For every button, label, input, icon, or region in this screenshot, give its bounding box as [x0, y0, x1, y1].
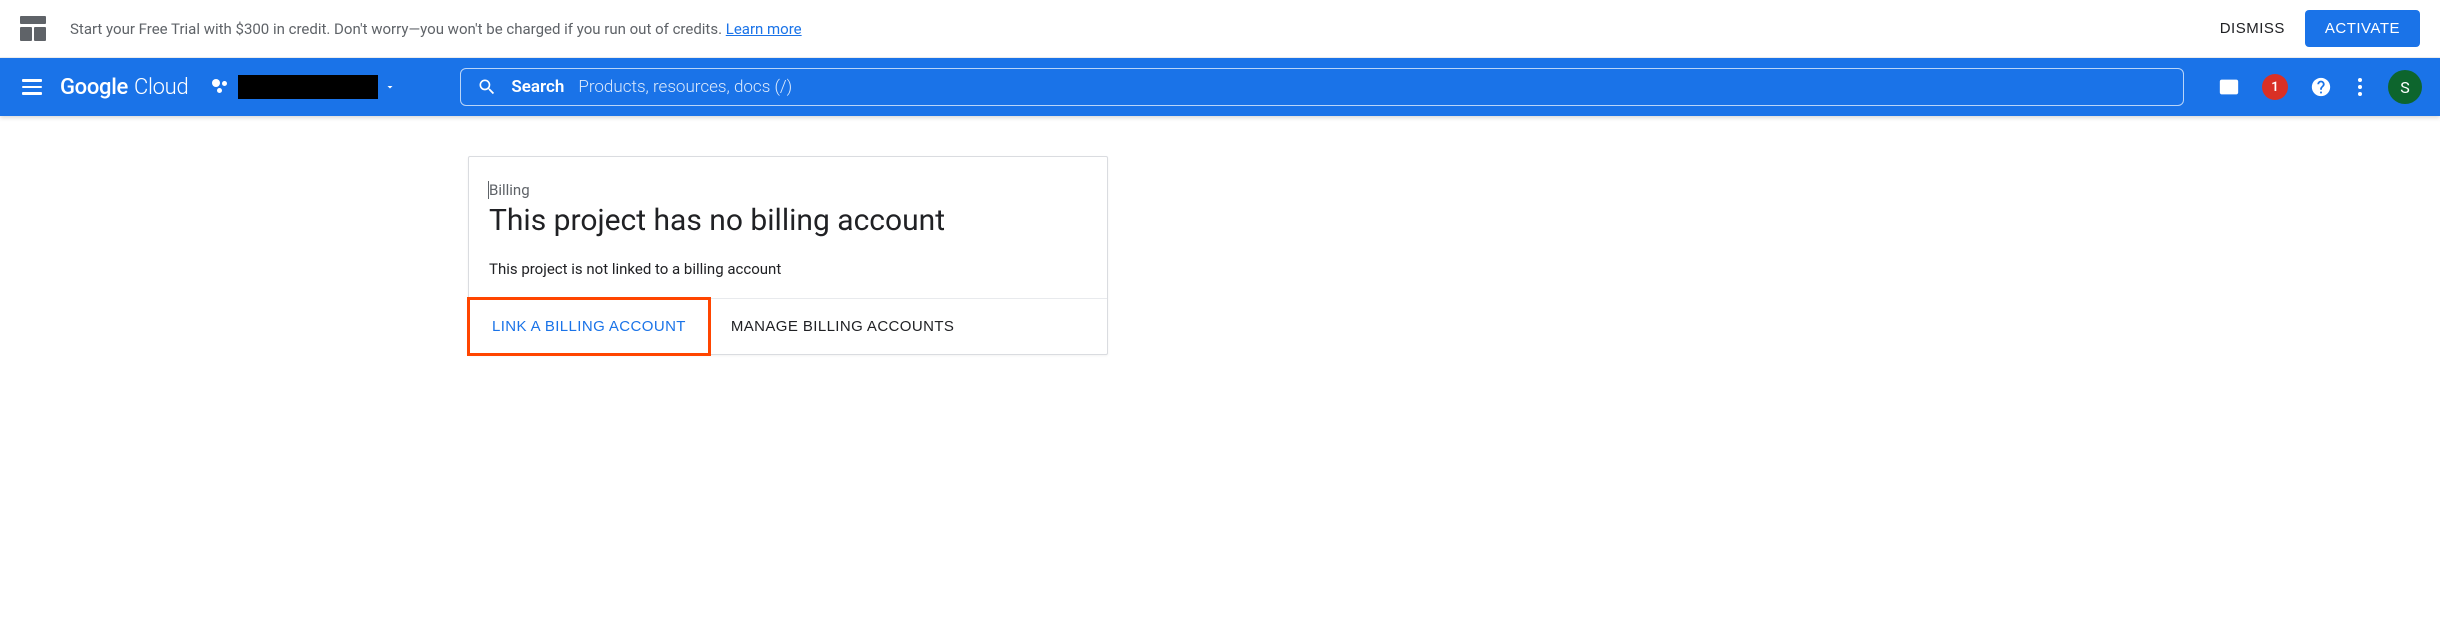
google-cloud-logo[interactable]: Google Cloud	[60, 75, 188, 100]
billing-card: Billing This project has no billing acco…	[468, 156, 1108, 355]
card-breadcrumb: Billing	[488, 181, 1087, 199]
top-header: Google Cloud Search Products, resources,…	[0, 58, 2440, 116]
card-actions: LINK A BILLING ACCOUNT MANAGE BILLING AC…	[469, 298, 1107, 354]
search-box[interactable]: Search Products, resources, docs (/)	[460, 68, 2184, 106]
activate-button[interactable]: ACTIVATE	[2305, 10, 2420, 47]
logo-google: Google	[60, 75, 128, 100]
main-content: Billing This project has no billing acco…	[0, 116, 2440, 395]
link-billing-account-button[interactable]: LINK A BILLING ACCOUNT	[467, 297, 711, 356]
free-trial-banner: Start your Free Trial with $300 in credi…	[0, 0, 2440, 58]
card-description: This project is not linked to a billing …	[489, 260, 1087, 278]
card-body: Billing This project has no billing acco…	[469, 157, 1107, 298]
project-name	[238, 75, 378, 99]
learn-more-link[interactable]: Learn more	[726, 20, 802, 38]
manage-billing-accounts-button[interactable]: MANAGE BILLING ACCOUNTS	[709, 299, 976, 354]
banner-message: Start your Free Trial with $300 in credi…	[70, 20, 2220, 38]
header-actions: 1 S	[2218, 70, 2422, 104]
search-placeholder: Products, resources, docs (/)	[578, 77, 792, 97]
more-options-icon[interactable]	[2354, 74, 2366, 100]
notification-count: 1	[2271, 80, 2278, 95]
project-picker[interactable]	[212, 75, 396, 99]
card-title: This project has no billing account	[489, 203, 1087, 238]
search-label: Search	[511, 77, 564, 97]
user-avatar[interactable]: S	[2388, 70, 2422, 104]
project-icon	[212, 77, 232, 97]
dismiss-button[interactable]: DISMISS	[2220, 20, 2285, 37]
cloud-shell-icon[interactable]	[2218, 76, 2240, 98]
banner-text: Start your Free Trial with $300 in credi…	[70, 20, 726, 38]
avatar-initial: S	[2400, 78, 2410, 97]
chevron-down-icon	[384, 81, 396, 93]
hamburger-menu-icon[interactable]	[18, 75, 46, 99]
search-icon	[477, 77, 497, 97]
logo-cloud: Cloud	[134, 75, 188, 100]
notification-badge[interactable]: 1	[2262, 74, 2288, 100]
help-icon[interactable]	[2310, 76, 2332, 98]
gift-icon	[20, 16, 46, 42]
